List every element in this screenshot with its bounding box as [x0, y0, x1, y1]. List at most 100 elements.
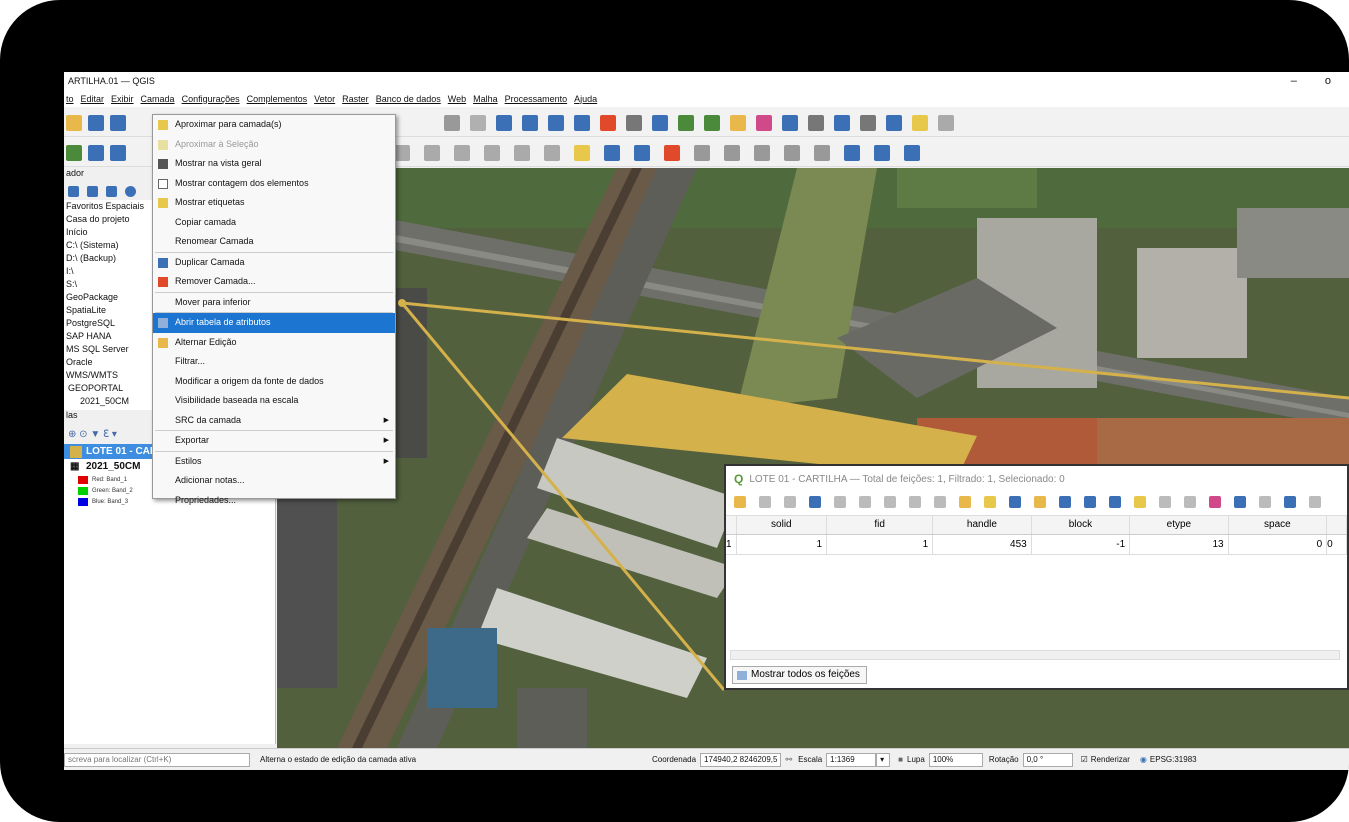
toolbar1-icon-17[interactable] [808, 115, 824, 131]
context-menu-item[interactable]: Modificar a origem da fonte de dados [153, 372, 395, 392]
toolbar2-icon-19[interactable] [874, 145, 890, 161]
menu-8[interactable]: Banco de dados [376, 94, 441, 104]
toolbar1-icon-20[interactable] [886, 115, 902, 131]
horizontal-scrollbar[interactable] [730, 650, 1340, 660]
attr-toolbar-icon-21[interactable] [1259, 496, 1271, 508]
menu-2[interactable]: Exibir [111, 94, 134, 104]
toolbar1-icon-16[interactable] [782, 115, 798, 131]
context-menu-item[interactable]: Mover para inferior [153, 293, 395, 313]
menu-3[interactable]: Camada [141, 94, 175, 104]
table-cell[interactable]: 0 [1326, 534, 1347, 555]
show-all-features-button[interactable]: Mostrar todos os feições [732, 666, 867, 684]
table-cell[interactable]: 1 [726, 534, 737, 555]
attr-toolbar-icon-16[interactable] [1134, 496, 1146, 508]
attr-toolbar-icon-0[interactable] [734, 496, 746, 508]
table-cell[interactable]: 13 [1129, 534, 1229, 555]
toolbar2-icon-6[interactable] [484, 145, 500, 161]
toolbar2-icon-1[interactable] [88, 145, 104, 161]
coord-toggle-icon[interactable]: ⚯ [785, 755, 792, 764]
toolbar2-icon-2[interactable] [110, 145, 126, 161]
attr-toolbar-icon-5[interactable] [859, 496, 871, 508]
toolbar2-icon-14[interactable] [724, 145, 740, 161]
toolbar1-icon-8[interactable] [574, 115, 590, 131]
attr-toolbar-icon-17[interactable] [1159, 496, 1171, 508]
toolbar2-icon-20[interactable] [904, 145, 920, 161]
context-menu-item[interactable]: Exportar ▶ [153, 431, 395, 451]
menu-0[interactable]: to [66, 94, 74, 104]
lock-icon[interactable]: ■ [898, 755, 903, 764]
context-menu-item[interactable]: Aproximar para camada(s) [153, 115, 395, 135]
column-header[interactable]: block [1031, 516, 1131, 535]
menu-5[interactable]: Complementos [247, 94, 308, 104]
menu-10[interactable]: Malha [473, 94, 498, 104]
crs-label[interactable]: EPSG:31983 [1150, 755, 1197, 764]
context-menu-item[interactable]: SRC da camada ▶ [153, 411, 395, 431]
column-header[interactable] [1326, 516, 1347, 535]
menu-7[interactable]: Raster [342, 94, 369, 104]
attr-toolbar-icon-19[interactable] [1209, 496, 1221, 508]
toolbar1-icon-7[interactable] [548, 115, 564, 131]
toolbar2-icon-0[interactable] [66, 145, 82, 161]
toolbar2-icon-3[interactable] [394, 145, 410, 161]
toolbar2-icon-10[interactable] [604, 145, 620, 161]
attr-toolbar-icon-20[interactable] [1234, 496, 1246, 508]
toolbar1-icon-11[interactable] [652, 115, 668, 131]
toolbar1-icon-13[interactable] [704, 115, 720, 131]
toolbar2-icon-5[interactable] [454, 145, 470, 161]
toolbar2-icon-11[interactable] [634, 145, 650, 161]
toolbar1-icon-9[interactable] [600, 115, 616, 131]
table-cell[interactable]: 0 [1228, 534, 1328, 555]
attr-toolbar-icon-4[interactable] [834, 496, 846, 508]
filter-icon[interactable] [87, 185, 98, 197]
context-menu-item[interactable]: Adicionar notas... [153, 471, 395, 491]
toolbar1-icon-21[interactable] [912, 115, 928, 131]
toolbar2-icon-16[interactable] [784, 145, 800, 161]
column-header[interactable] [726, 516, 737, 535]
attr-toolbar-icon-9[interactable] [959, 496, 971, 508]
menu-1[interactable]: Editar [81, 94, 105, 104]
attr-toolbar-icon-12[interactable] [1034, 496, 1046, 508]
menu-6[interactable]: Vetor [314, 94, 335, 104]
toolbar1-icon-10[interactable] [626, 115, 642, 131]
column-header[interactable]: etype [1129, 516, 1229, 535]
attr-toolbar-icon-13[interactable] [1059, 496, 1071, 508]
attr-toolbar-icon-14[interactable] [1084, 496, 1096, 508]
toolbar2-icon-15[interactable] [754, 145, 770, 161]
toolbar2-icon-17[interactable] [814, 145, 830, 161]
attr-toolbar-icon-11[interactable] [1009, 496, 1021, 508]
toolbar1-icon-18[interactable] [834, 115, 850, 131]
context-menu-item[interactable]: Filtrar... [153, 352, 395, 372]
attr-toolbar-icon-10[interactable] [984, 496, 996, 508]
toolbar1-icon-15[interactable] [756, 115, 772, 131]
scale-field[interactable]: 1:1369 [826, 752, 877, 767]
column-header[interactable]: solid [736, 516, 828, 535]
attr-toolbar-icon-15[interactable] [1109, 496, 1121, 508]
attr-toolbar-icon-22[interactable] [1284, 496, 1296, 508]
column-header[interactable]: fid [826, 516, 934, 535]
attr-toolbar-icon-6[interactable] [884, 496, 896, 508]
toolbar1-icon-3[interactable] [444, 115, 460, 131]
table-cell[interactable]: -1 [1031, 534, 1131, 555]
info-icon[interactable] [125, 185, 136, 197]
toolbar1-icon-6[interactable] [522, 115, 538, 131]
scale-dropdown-icon[interactable]: ▾ [876, 752, 891, 767]
attr-toolbar-icon-18[interactable] [1184, 496, 1196, 508]
render-checkbox[interactable]: ☑ [1081, 755, 1088, 764]
toolbar1-icon-0[interactable] [66, 115, 82, 131]
toolbar1-icon-14[interactable] [730, 115, 746, 131]
context-menu-item[interactable]: Alternar Edição [153, 333, 395, 353]
toolbar2-icon-7[interactable] [514, 145, 530, 161]
context-menu-item[interactable]: Remover Camada... [153, 272, 395, 292]
lupa-field[interactable]: 100% [928, 752, 983, 767]
attr-toolbar-icon-3[interactable] [809, 496, 821, 508]
context-menu-item[interactable]: Estilos ▶ [153, 452, 395, 472]
toolbar2-icon-9[interactable] [574, 145, 590, 161]
column-header[interactable]: space [1228, 516, 1328, 535]
toolbar1-icon-4[interactable] [470, 115, 486, 131]
table-cell[interactable]: 453 [932, 534, 1032, 555]
refresh-icon[interactable] [68, 185, 79, 197]
locator-input[interactable]: screva para localizar (Ctrl+K) [64, 752, 250, 767]
column-header[interactable]: handle [932, 516, 1032, 535]
table-cell[interactable]: 1 [826, 534, 934, 555]
menu-12[interactable]: Ajuda [574, 94, 597, 104]
